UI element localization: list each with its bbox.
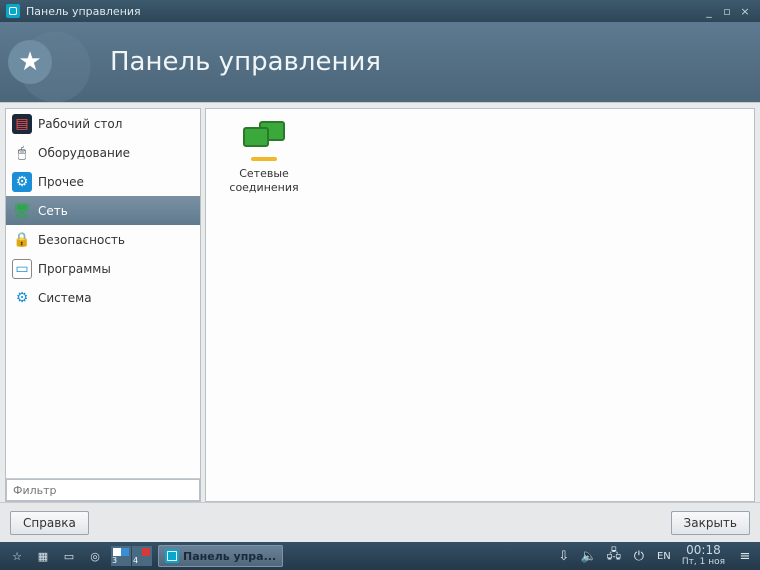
- volume-icon[interactable]: 🔈: [579, 544, 599, 568]
- network-tray-icon[interactable]: 🖧: [604, 544, 624, 568]
- network-icon: 🖥: [12, 201, 32, 221]
- filter-input[interactable]: [6, 479, 200, 501]
- dialog-button-row: Справка Закрыть: [0, 502, 760, 542]
- workspace-1[interactable]: 3: [111, 546, 131, 566]
- category-system[interactable]: ⚙ Система: [6, 283, 200, 312]
- close-window-button[interactable]: ×: [736, 5, 754, 18]
- main-body: ▤ Рабочий стол 🖱 Оборудование ⚙ Прочее 🖥…: [0, 102, 760, 502]
- tray-expand-icon[interactable]: ≡: [735, 544, 755, 568]
- category-label: Система: [38, 291, 92, 305]
- hardware-icon: 🖱: [12, 143, 32, 163]
- network-connections-icon: [243, 121, 285, 163]
- minimize-button[interactable]: _: [700, 5, 718, 18]
- module-label: Сетевые соединения: [218, 167, 310, 195]
- module-grid: Сетевые соединения: [205, 108, 755, 502]
- activities-button[interactable]: ◎: [83, 544, 107, 568]
- workspace-2[interactable]: 4: [132, 546, 152, 566]
- desktop-icon: ▤: [12, 114, 32, 134]
- category-other[interactable]: ⚙ Прочее: [6, 167, 200, 196]
- taskbar: ☆ ▦ ▭ ◎ 3 4 Панель упра... ⇩ 🔈 🖧 ⏻ EN 00…: [0, 542, 760, 570]
- category-programs[interactable]: ▭ Программы: [6, 254, 200, 283]
- category-list: ▤ Рабочий стол 🖱 Оборудование ⚙ Прочее 🖥…: [6, 109, 200, 478]
- header-banner: ★ Панель управления: [0, 22, 760, 102]
- clock-date: Пт, 1 ноя: [682, 558, 725, 568]
- system-tray: ⇩ 🔈 🖧 ⏻ EN 00:18 Пт, 1 ноя ≡: [553, 544, 756, 568]
- category-network[interactable]: 🖥 Сеть: [6, 196, 200, 225]
- category-desktop[interactable]: ▤ Рабочий стол: [6, 109, 200, 138]
- filter-container: [6, 478, 200, 502]
- category-label: Программы: [38, 262, 111, 276]
- category-hardware[interactable]: 🖱 Оборудование: [6, 138, 200, 167]
- clock-time: 00:18: [682, 544, 725, 557]
- category-label: Сеть: [38, 204, 68, 218]
- window-app-icon: [6, 4, 20, 18]
- category-sidebar: ▤ Рабочий стол 🖱 Оборудование ⚙ Прочее 🖥…: [5, 108, 201, 502]
- page-title: Панель управления: [110, 47, 381, 77]
- programs-icon: ▭: [12, 259, 32, 279]
- window-title: Панель управления: [26, 5, 700, 18]
- category-label: Прочее: [38, 175, 84, 189]
- workspace-switcher: 3 4: [111, 546, 152, 566]
- system-icon: ⚙: [12, 288, 32, 308]
- window-titlebar: Панель управления _ ▫ ×: [0, 0, 760, 22]
- clock[interactable]: 00:18 Пт, 1 ноя: [682, 544, 725, 567]
- removable-media-icon[interactable]: ⇩: [554, 544, 574, 568]
- security-icon: 🔒: [12, 230, 32, 250]
- show-widgets-button[interactable]: ▦: [31, 544, 55, 568]
- category-security[interactable]: 🔒 Безопасность: [6, 225, 200, 254]
- other-icon: ⚙: [12, 172, 32, 192]
- star-icon: ★: [8, 40, 52, 84]
- category-label: Безопасность: [38, 233, 125, 247]
- start-menu-button[interactable]: ☆: [5, 544, 29, 568]
- category-label: Рабочий стол: [38, 117, 122, 131]
- module-network-connections[interactable]: Сетевые соединения: [214, 117, 314, 199]
- maximize-button[interactable]: ▫: [718, 5, 736, 18]
- task-app-icon: [165, 549, 179, 563]
- close-button[interactable]: Закрыть: [671, 511, 750, 535]
- usb-tray-icon[interactable]: ⏻: [629, 544, 649, 568]
- keyboard-layout-indicator[interactable]: EN: [654, 544, 674, 568]
- taskbar-task-control-panel[interactable]: Панель упра...: [158, 545, 283, 567]
- category-label: Оборудование: [38, 146, 130, 160]
- show-desktop-button[interactable]: ▭: [57, 544, 81, 568]
- task-label: Панель упра...: [183, 550, 276, 563]
- help-button[interactable]: Справка: [10, 511, 89, 535]
